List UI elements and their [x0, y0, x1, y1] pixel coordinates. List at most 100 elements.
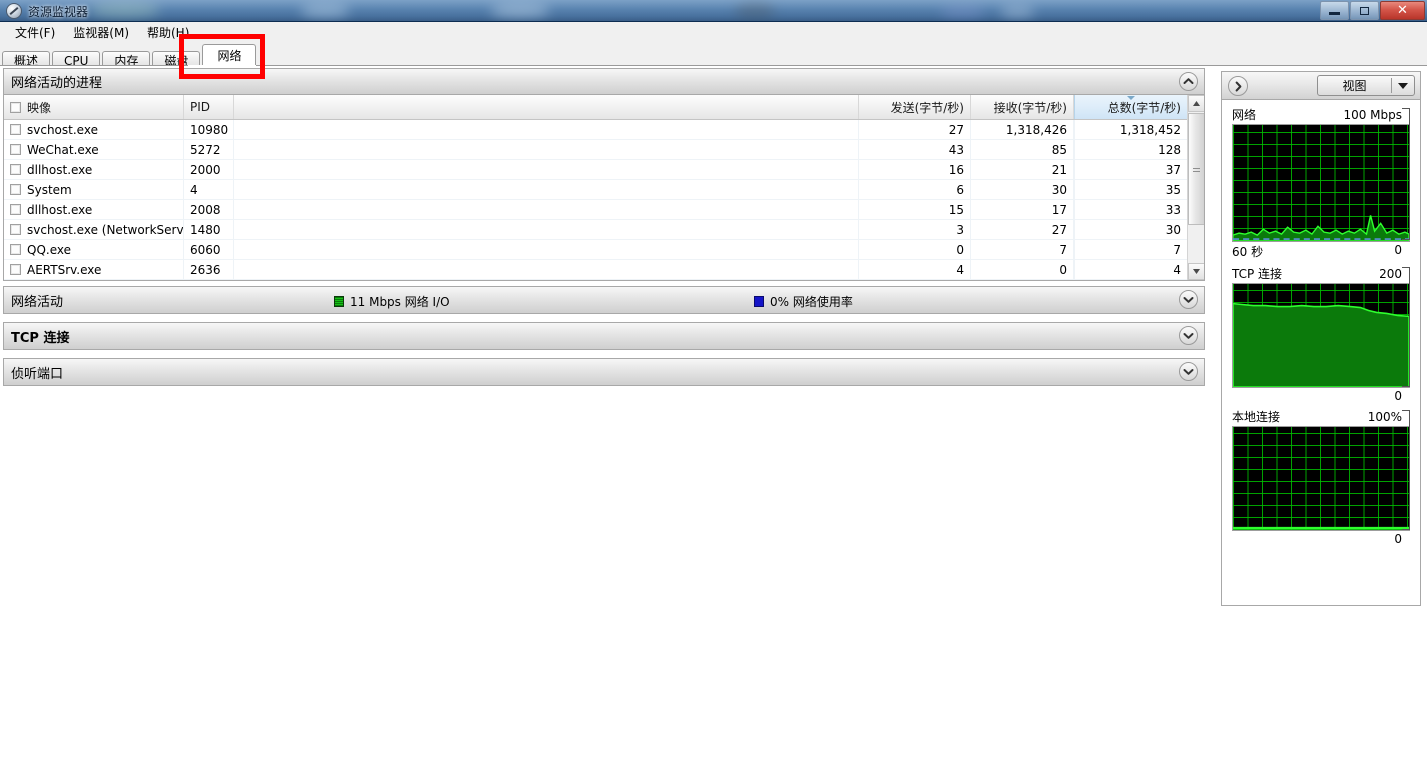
- row-checkbox[interactable]: [10, 224, 21, 235]
- menu-help[interactable]: 帮助(H): [138, 22, 198, 43]
- panel-tcp-connections-title: TCP 连接: [11, 330, 70, 346]
- row-checkbox[interactable]: [10, 124, 21, 135]
- table-row[interactable]: AERTSrv.exe 2636 4 0 4: [4, 260, 1204, 280]
- panel-tcp-connections-header[interactable]: TCP 连接: [4, 323, 1204, 349]
- column-header-received[interactable]: 接收(字节/秒): [971, 95, 1074, 119]
- green-swatch-icon: [334, 296, 344, 307]
- maximize-button[interactable]: [1350, 1, 1379, 20]
- view-dropdown-button[interactable]: 视图: [1317, 75, 1415, 96]
- cell-total: 35: [1074, 180, 1188, 199]
- cell-sent: 0: [859, 240, 971, 259]
- scrollbar-thumb[interactable]: [1188, 113, 1204, 225]
- chevron-down-icon-tcp[interactable]: [1179, 326, 1198, 345]
- panel-processes: 网络活动的进程 映像 PID 发送(字节/秒) 接收(字节/秒) 总数(字节/秒…: [3, 68, 1205, 281]
- cell-total: 1,318,452: [1074, 120, 1188, 139]
- row-checkbox[interactable]: [10, 264, 21, 275]
- sidebar-header: 视图: [1222, 72, 1420, 100]
- column-header-image[interactable]: 映像: [4, 95, 184, 119]
- cell-pid: 6060: [184, 240, 234, 259]
- column-header-pid[interactable]: PID: [184, 95, 234, 119]
- table-row[interactable]: svchost.exe 10980 27 1,318,426 1,318,452: [4, 120, 1204, 140]
- table-row[interactable]: QQ.exe 6060 0 7 7: [4, 240, 1204, 260]
- panel-processes-header[interactable]: 网络活动的进程: [4, 69, 1204, 95]
- column-header-total[interactable]: 总数(字节/秒): [1074, 95, 1188, 119]
- table-row[interactable]: dllhost.exe 2000 16 21 37: [4, 160, 1204, 180]
- chevron-down-icon-ports[interactable]: [1179, 362, 1198, 381]
- cell-spacer: [234, 220, 859, 239]
- chevron-up-icon[interactable]: [1179, 72, 1198, 91]
- row-checkbox[interactable]: [10, 204, 21, 215]
- cell-spacer: [234, 240, 859, 259]
- process-table-scrollbar[interactable]: [1187, 95, 1204, 280]
- cell-received: 17: [971, 200, 1074, 219]
- cell-pid: 5272: [184, 140, 234, 159]
- cell-image: System: [27, 182, 72, 197]
- cell-image: dllhost.exe: [27, 202, 93, 217]
- blue-swatch-icon: [754, 296, 764, 307]
- table-row[interactable]: dllhost.exe 2008 15 17 33: [4, 200, 1204, 220]
- graph-local-scale: 100%: [1367, 410, 1402, 424]
- menu-file[interactable]: 文件(F): [6, 22, 64, 43]
- cell-pid: 10980: [184, 120, 234, 139]
- cell-received: 1,318,426: [971, 120, 1074, 139]
- cell-received: 21: [971, 160, 1074, 179]
- cell-spacer: [234, 260, 859, 279]
- title-bar[interactable]: 资源监视器 ✕: [0, 0, 1427, 22]
- cell-image-wrap: dllhost.exe: [4, 160, 184, 179]
- panel-network-activity: 网络活动 11 Mbps 网络 I/O 0% 网络使用率: [3, 286, 1205, 314]
- table-row[interactable]: WeChat.exe 5272 43 85 128: [4, 140, 1204, 160]
- row-checkbox[interactable]: [10, 184, 21, 195]
- cell-pid: 2000: [184, 160, 234, 179]
- row-checkbox[interactable]: [10, 164, 21, 175]
- cell-total: 33: [1074, 200, 1188, 219]
- scroll-down-button[interactable]: [1188, 263, 1204, 280]
- graph-network-axis-right: 0: [1394, 243, 1402, 257]
- application-body: 文件(F) 监视器(M) 帮助(H) 概述 CPU 内存 磁盘 网络 网络活动的…: [0, 22, 1427, 776]
- graph-network-axis-left: 60 秒: [1232, 245, 1264, 259]
- graph-tcp-plot: [1232, 283, 1410, 388]
- column-header-sent[interactable]: 发送(字节/秒): [859, 95, 971, 119]
- caret-down-icon: [1392, 82, 1414, 89]
- cell-received: 85: [971, 140, 1074, 159]
- cell-total: 7: [1074, 240, 1188, 259]
- cell-spacer: [234, 200, 859, 219]
- chevron-down-icon-network-activity[interactable]: [1179, 290, 1198, 309]
- menu-monitor[interactable]: 监视器(M): [64, 22, 138, 43]
- graph-tcp-scale: 200: [1379, 267, 1402, 281]
- scroll-up-button[interactable]: [1188, 95, 1204, 112]
- cell-total: 4: [1074, 260, 1188, 279]
- column-header-spacer[interactable]: [234, 95, 859, 119]
- process-rows: svchost.exe 10980 27 1,318,426 1,318,452 WeCh…: [4, 120, 1204, 280]
- view-button-label: 视图: [1342, 79, 1367, 93]
- tab-network[interactable]: 网络: [202, 44, 257, 67]
- panel-network-activity-title: 网络活动: [11, 294, 64, 310]
- graph-network-plot: [1232, 124, 1410, 242]
- active-tab-connector: [188, 65, 256, 67]
- process-table: 映像 PID 发送(字节/秒) 接收(字节/秒) 总数(字节/秒) svchos…: [4, 95, 1204, 280]
- cell-pid: 2008: [184, 200, 234, 219]
- cell-image-wrap: AERTSrv.exe: [4, 260, 184, 279]
- cell-received: 7: [971, 240, 1074, 259]
- minimize-button[interactable]: [1320, 1, 1349, 20]
- panel-listening-ports: 侦听端口: [3, 358, 1205, 386]
- window-controls: ✕: [1320, 1, 1425, 20]
- cell-pid: 2636: [184, 260, 234, 279]
- summary-network-io: 11 Mbps 网络 I/O: [334, 293, 450, 310]
- select-all-checkbox[interactable]: [10, 101, 21, 113]
- table-row[interactable]: System 4 6 30 35: [4, 180, 1204, 200]
- panel-network-activity-header[interactable]: 网络活动 11 Mbps 网络 I/O 0% 网络使用率: [4, 287, 1204, 313]
- close-button[interactable]: ✕: [1380, 1, 1425, 20]
- window-title: 资源监视器: [28, 5, 89, 19]
- row-checkbox[interactable]: [10, 144, 21, 155]
- graph-local-axis-right: 0: [1394, 532, 1402, 546]
- panel-listening-ports-header[interactable]: 侦听端口: [4, 359, 1204, 385]
- chevron-right-icon[interactable]: [1228, 76, 1248, 96]
- sort-descending-icon: [1127, 96, 1135, 100]
- cell-pid: 1480: [184, 220, 234, 239]
- resource-monitor-icon: [6, 3, 22, 19]
- table-row[interactable]: svchost.exe (NetworkService)1480 32730: [4, 220, 1204, 240]
- row-checkbox[interactable]: [10, 244, 21, 255]
- cell-total: 30: [1074, 220, 1188, 239]
- cell-sent: 15: [859, 200, 971, 219]
- cell-image: dllhost.exe: [27, 162, 93, 177]
